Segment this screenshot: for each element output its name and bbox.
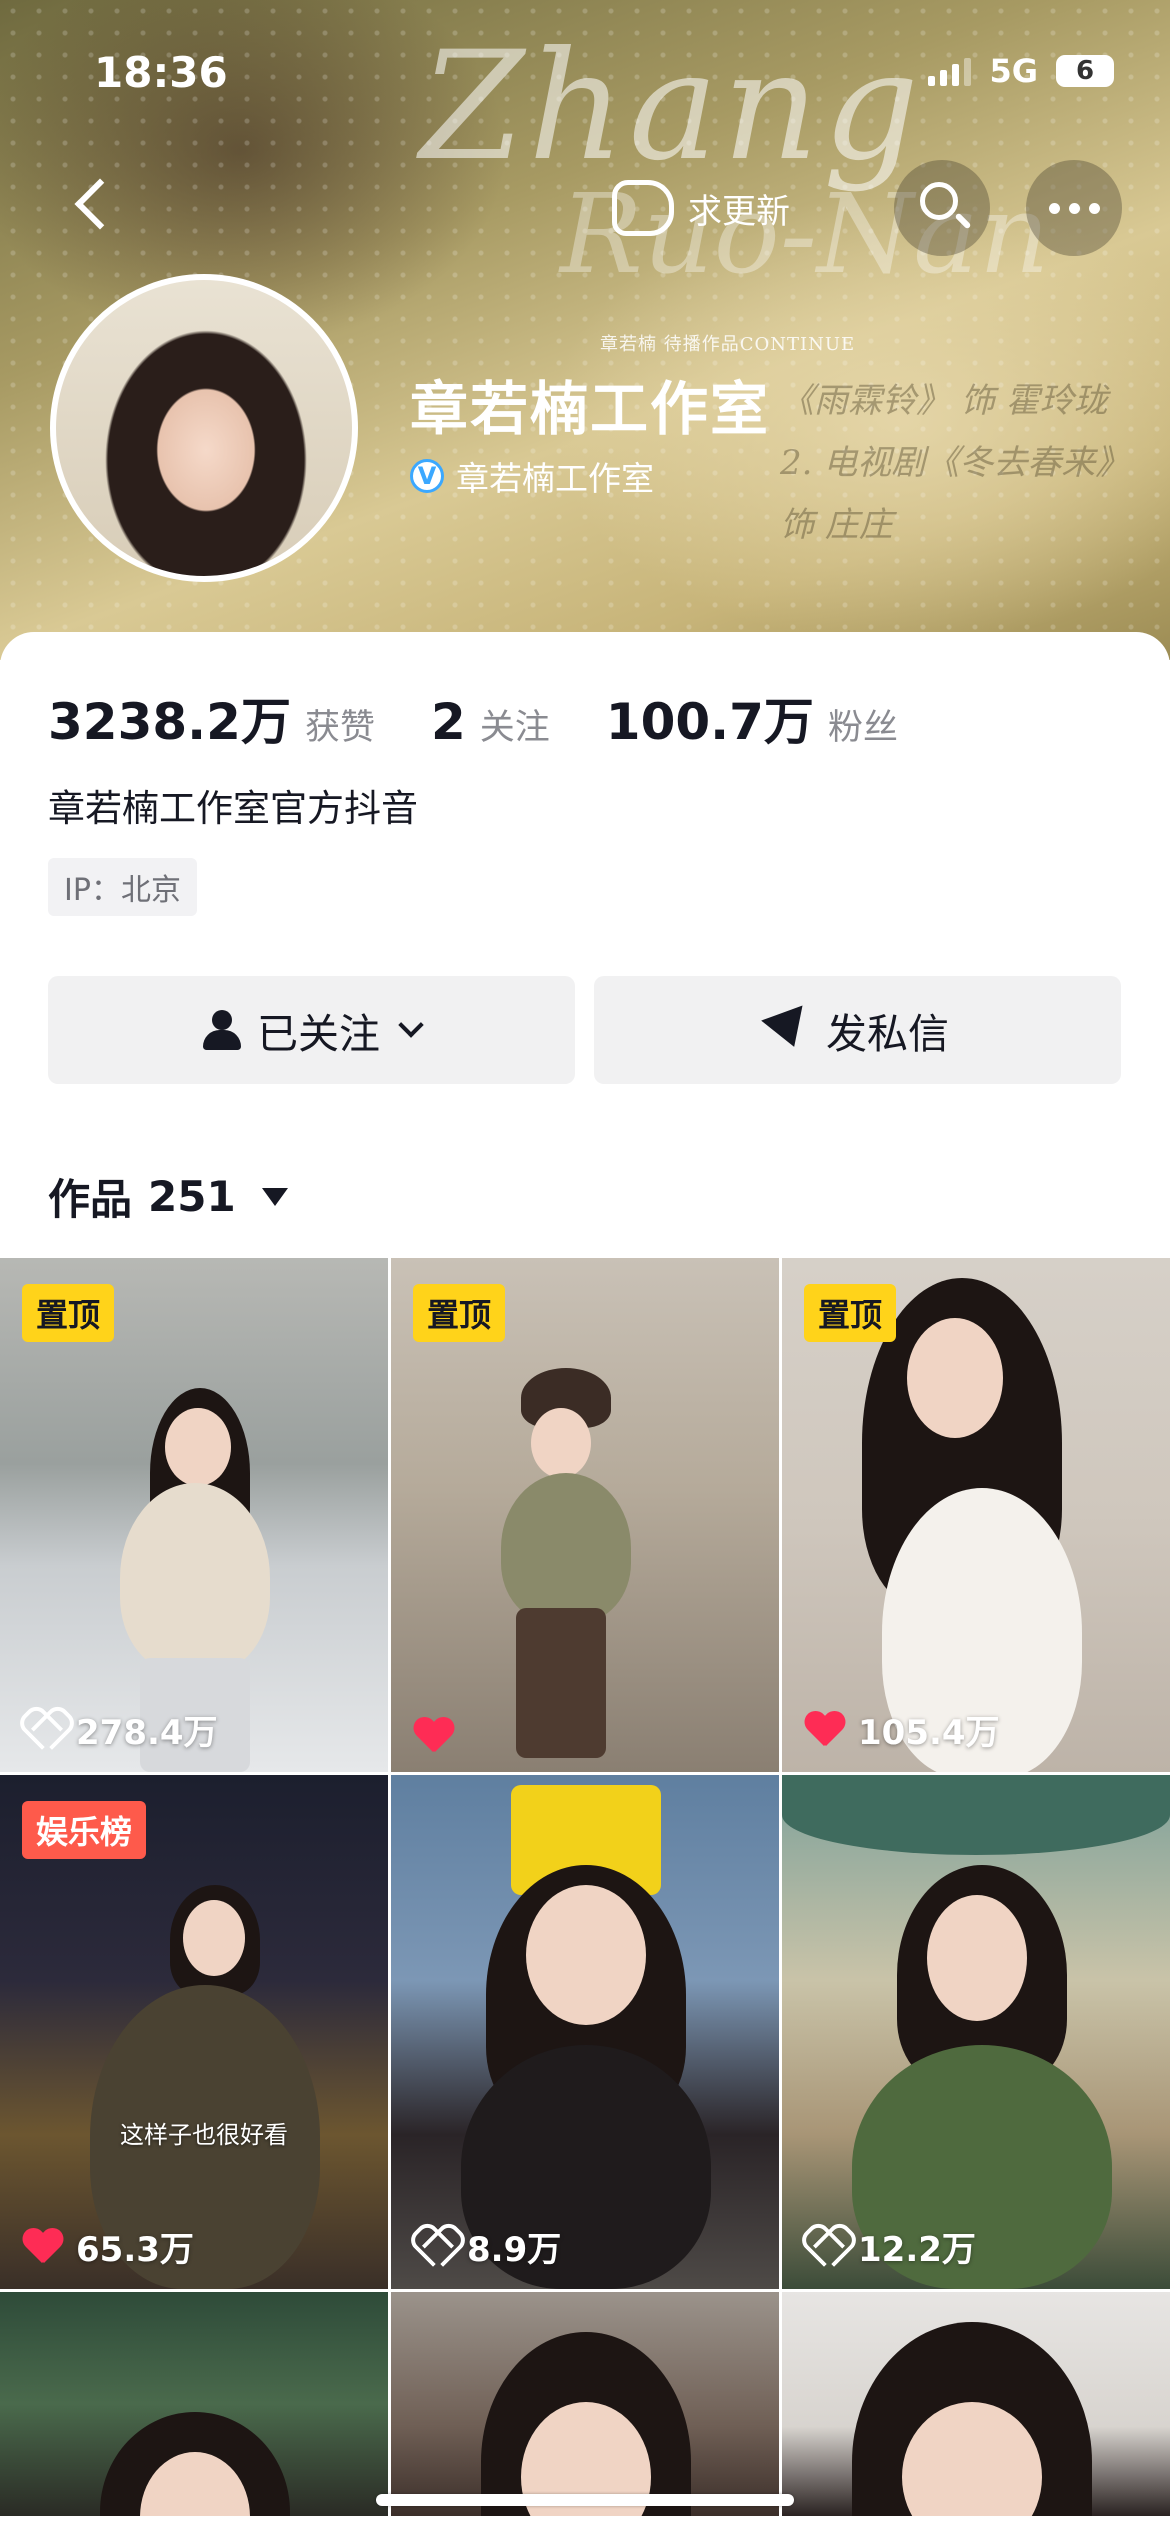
heart-outline-icon xyxy=(22,1712,62,1748)
chevron-down-icon xyxy=(398,1012,424,1038)
followed-button[interactable]: 已关注 xyxy=(48,976,575,1084)
verified-icon: V xyxy=(410,459,444,493)
video-thumbnail xyxy=(782,2292,1170,2516)
video-likes-count: 12.2万 xyxy=(858,2230,976,2270)
video-tile[interactable]: 12.2万 xyxy=(782,1775,1170,2289)
video-caption: 这样子也很好看 xyxy=(120,2121,288,2149)
avatar[interactable] xyxy=(50,274,358,582)
more-dots-icon xyxy=(1048,202,1060,214)
video-likes-count: 65.3万 xyxy=(76,2230,194,2270)
heart-outline-icon xyxy=(413,2229,453,2265)
ip-location-tag: IP：北京 xyxy=(48,858,197,916)
stat-followers-value: 100.7万 xyxy=(605,693,814,751)
stat-followers-label: 粉丝 xyxy=(827,708,898,748)
chevron-left-icon xyxy=(74,178,126,230)
verified-badge: V 章若楠工作室 xyxy=(410,452,654,500)
video-likes: 65.3万 xyxy=(22,2222,194,2271)
back-button[interactable] xyxy=(62,172,126,242)
signal-icon xyxy=(928,56,972,86)
battery-icon: 6 xyxy=(1056,55,1114,87)
heart-filled-icon xyxy=(22,2229,62,2265)
works-count: 251 xyxy=(148,1172,236,1221)
request-update-button[interactable]: 求更新 xyxy=(612,176,790,240)
works-label: 作品 xyxy=(48,1175,133,1224)
works-tab[interactable]: 作品 251 xyxy=(48,1166,288,1227)
person-check-icon xyxy=(203,1010,241,1050)
heart-filled-icon xyxy=(804,1712,844,1748)
profile-stats: 3238.2万 获赞 2 关注 100.7万 粉丝 xyxy=(48,682,954,754)
video-tile[interactable] xyxy=(782,2292,1170,2516)
video-likes: 105.4万 xyxy=(804,1705,1000,1754)
status-time: 18:36 xyxy=(94,48,228,97)
banner-work-2: 2. 电视剧《冬去春来》 饰 庄庄 xyxy=(780,443,1130,545)
send-message-button[interactable]: 发私信 xyxy=(594,976,1121,1084)
heart-outline-icon xyxy=(804,2229,844,2265)
video-tile[interactable]: 置顶 xyxy=(391,1258,779,1772)
stat-likes-label: 获赞 xyxy=(304,708,375,748)
video-tile[interactable] xyxy=(391,2292,779,2516)
request-update-label: 求更新 xyxy=(688,191,790,232)
hand-pointer-icon xyxy=(612,180,674,236)
video-likes-count: 278.4万 xyxy=(76,1713,218,1753)
stat-likes[interactable]: 3238.2万 获赞 xyxy=(48,682,375,754)
banner-work-1: 《雨霖铃》 饰 霍玲珑 xyxy=(780,381,1108,421)
video-thumbnail xyxy=(782,1775,1170,2289)
video-likes-count: 8.9万 xyxy=(467,2230,562,2270)
stat-likes-value: 3238.2万 xyxy=(48,693,291,751)
video-tile[interactable]: 置顶 278.4万 xyxy=(0,1258,388,1772)
banner-script-text: Zhang xyxy=(420,20,923,194)
video-tile[interactable]: 置顶 105.4万 xyxy=(782,1258,1170,1772)
video-likes-count: 105.4万 xyxy=(858,1713,1000,1753)
verified-name: 章若楠工作室 xyxy=(456,459,654,498)
video-likes: 12.2万 xyxy=(804,2222,976,2271)
profile-name: 章若楠工作室 xyxy=(410,375,771,443)
search-button[interactable] xyxy=(894,160,990,256)
video-thumbnail xyxy=(391,2292,779,2516)
stat-followers[interactable]: 100.7万 粉丝 xyxy=(606,682,898,754)
video-likes xyxy=(413,1718,467,1754)
pinned-badge: 置顶 xyxy=(804,1284,897,1342)
video-tile[interactable]: 8.9万 xyxy=(391,1775,779,2289)
video-grid: 置顶 278.4万 置顶 置顶 105.4万 娱乐榜 这样子也很好看 65.3万… xyxy=(0,1258,1170,2516)
stat-following-label: 关注 xyxy=(479,708,550,748)
video-thumbnail xyxy=(0,2292,388,2516)
banner-caption: 章若楠 待播作品CONTINUE xyxy=(600,334,856,355)
send-message-label: 发私信 xyxy=(826,1010,949,1058)
video-thumbnail xyxy=(391,1775,779,2289)
followed-label: 已关注 xyxy=(257,1010,380,1058)
send-icon xyxy=(761,1005,815,1055)
stat-following-value: 2 xyxy=(430,693,466,751)
video-likes: 278.4万 xyxy=(22,1705,218,1754)
video-tile[interactable] xyxy=(0,2292,388,2516)
profile-bio: 章若楠工作室官方抖音 xyxy=(48,787,418,830)
entertainment-chart-badge: 娱乐榜 xyxy=(22,1801,147,1859)
video-likes: 8.9万 xyxy=(413,2222,561,2271)
more-button[interactable] xyxy=(1026,160,1122,256)
caret-down-icon xyxy=(261,1187,288,1206)
video-tile[interactable]: 娱乐榜 这样子也很好看 65.3万 xyxy=(0,1775,388,2289)
pinned-badge: 置顶 xyxy=(22,1284,115,1342)
status-indicators: 5G 6 xyxy=(928,52,1114,90)
network-type: 5G xyxy=(989,52,1038,90)
stat-following[interactable]: 2 关注 xyxy=(431,693,550,751)
heart-filled-icon xyxy=(413,1718,453,1754)
home-indicator[interactable] xyxy=(376,2494,794,2506)
search-icon xyxy=(920,182,958,220)
pinned-badge: 置顶 xyxy=(413,1284,506,1342)
banner-works: 《雨霖铃》 饰 霍玲珑 2. 电视剧《冬去春来》 饰 庄庄 xyxy=(780,370,1170,556)
profile-card: 3238.2万 获赞 2 关注 100.7万 粉丝 章若楠工作室官方抖音 IP：… xyxy=(0,632,1170,1262)
